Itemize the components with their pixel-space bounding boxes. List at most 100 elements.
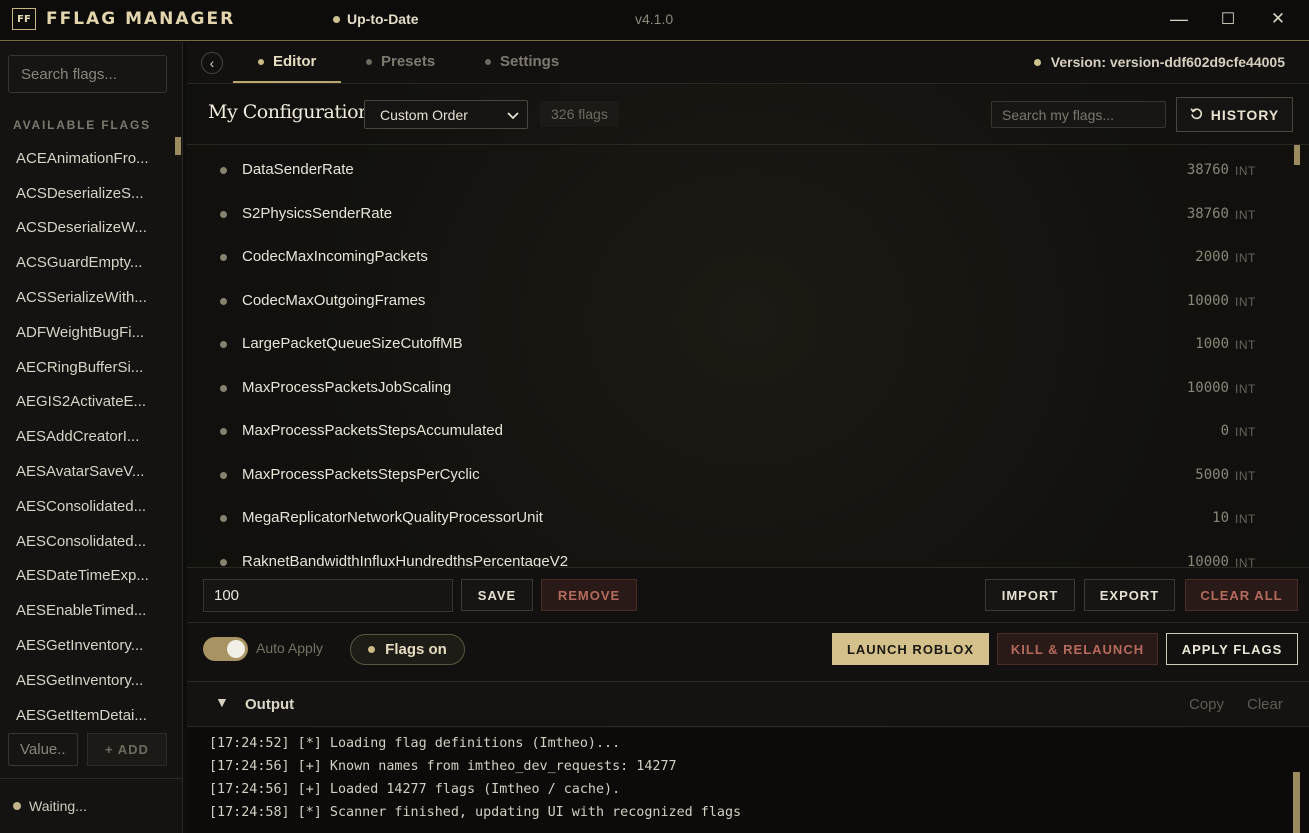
- available-flag-item[interactable]: AESAvatarSaveV...: [0, 454, 175, 489]
- save-button[interactable]: SAVE: [461, 579, 533, 611]
- output-header: ▼ Output Copy Clear: [187, 681, 1309, 727]
- available-flags-heading: AVAILABLE FLAGS: [13, 118, 151, 132]
- flag-name: MaxProcessPacketsStepsPerCyclic: [242, 465, 480, 483]
- tab-dot-icon: [258, 58, 264, 65]
- tab-label: Settings: [500, 53, 560, 70]
- flag-count-badge: 326 flags: [540, 101, 619, 127]
- bullet-icon: [220, 515, 227, 522]
- close-button[interactable]: ✕: [1263, 5, 1293, 33]
- table-row[interactable]: CodecMaxIncomingPackets 2000 INT: [187, 233, 1287, 277]
- table-row[interactable]: CodecMaxOutgoingFrames 10000 INT: [187, 277, 1287, 321]
- configured-flag-list: DataSenderRate 38760 INT S2PhysicsSender…: [187, 146, 1309, 567]
- bullet-icon: [220, 471, 227, 479]
- table-row[interactable]: RaknetBandwidthInfluxHundredthsPercentag…: [187, 538, 1287, 568]
- available-flag-item[interactable]: AESGetItemDetai...: [0, 698, 175, 733]
- kill-relaunch-button[interactable]: KILL & RELAUNCH: [997, 633, 1158, 665]
- flag-type: INT: [1235, 468, 1256, 483]
- apply-flags-button[interactable]: APPLY FLAGS: [1166, 633, 1298, 665]
- sidebar-scrollbar[interactable]: [175, 137, 181, 155]
- export-button[interactable]: EXPORT: [1084, 579, 1175, 611]
- flag-name: CodecMaxOutgoingFrames: [242, 291, 426, 309]
- tab-dot-icon: [485, 58, 491, 65]
- available-flag-item[interactable]: ACSGuardEmpty...: [0, 245, 175, 280]
- history-icon: [1190, 107, 1203, 123]
- launch-roblox-button[interactable]: LAUNCH ROBLOX: [832, 633, 989, 665]
- sort-order-select[interactable]: Custom Order: [364, 100, 528, 129]
- output-scrollbar[interactable]: [1293, 772, 1300, 833]
- tab-presets[interactable]: Presets: [366, 53, 435, 70]
- auto-apply-label: Auto Apply: [256, 640, 323, 656]
- available-flag-item[interactable]: AESGetInventory...: [0, 628, 175, 663]
- flags-on-button[interactable]: Flags on: [350, 634, 465, 665]
- collapse-triangle-icon[interactable]: ▼: [215, 694, 229, 710]
- history-button[interactable]: HISTORY: [1176, 97, 1293, 132]
- available-flag-item[interactable]: AESAddCreatorI...: [0, 419, 175, 454]
- minimize-button[interactable]: —: [1164, 5, 1194, 33]
- flag-type: INT: [1235, 555, 1256, 568]
- update-status-label: Up-to-Date: [347, 11, 419, 27]
- available-flag-item[interactable]: ACEAnimationFro...: [0, 141, 175, 176]
- flag-type: INT: [1235, 512, 1256, 526]
- available-flag-item[interactable]: AESEnableTimed...: [0, 593, 175, 628]
- tab-bar: ‹ Editor Presets Settings Version: versi…: [187, 42, 1309, 84]
- flag-type: INT: [1235, 164, 1256, 178]
- title-bar: FF FFLAG MANAGER Up-to-Date v4.1.0 — ☐ ✕: [0, 0, 1309, 41]
- available-flag-item[interactable]: ACSDeserializeS...: [0, 176, 175, 211]
- page-title: My Configuration: [208, 101, 370, 123]
- toggle-knob: [227, 640, 245, 658]
- import-button[interactable]: IMPORT: [985, 579, 1075, 611]
- available-flag-item[interactable]: ADFWeightBugFi...: [0, 315, 175, 350]
- flag-list-scrollbar[interactable]: [1294, 145, 1300, 165]
- available-flag-item[interactable]: AESGetInventory...: [0, 663, 175, 698]
- flag-name: MegaReplicatorNetworkQualityProcessorUni…: [242, 509, 543, 526]
- tab-settings[interactable]: Settings: [485, 53, 559, 70]
- flag-value: 10000: [1186, 379, 1229, 396]
- table-row[interactable]: DataSenderRate 38760 INT: [187, 146, 1287, 190]
- flag-edit-input[interactable]: 100: [203, 579, 453, 612]
- flag-value: 2000: [1195, 249, 1229, 265]
- bullet-icon: [220, 254, 227, 261]
- flag-value: 1000: [1195, 336, 1229, 352]
- history-label: HISTORY: [1210, 106, 1280, 123]
- available-flag-item[interactable]: AEGIS2ActivateE...: [0, 385, 175, 420]
- available-flag-item[interactable]: AESConsolidated...: [0, 524, 175, 559]
- roblox-version-label: Version: version-ddf602d9cfe44005: [1050, 54, 1285, 70]
- bullet-icon: [220, 210, 227, 218]
- available-flag-item[interactable]: AESConsolidated...: [0, 489, 175, 524]
- back-button[interactable]: ‹: [201, 52, 223, 74]
- edit-bar: 100 SAVE REMOVE IMPORT EXPORT CLEAR ALL: [187, 567, 1309, 623]
- flag-value-input[interactable]: Value..: [8, 733, 78, 766]
- sidebar: Search flags... AVAILABLE FLAGS ACEAnima…: [0, 42, 183, 833]
- maximize-button[interactable]: ☐: [1213, 5, 1243, 33]
- auto-apply-toggle[interactable]: [203, 637, 248, 661]
- table-row[interactable]: MaxProcessPacketsJobScaling 10000 INT: [187, 364, 1287, 408]
- roblox-version: Version: version-ddf602d9cfe44005: [1033, 54, 1285, 70]
- sidebar-search-input[interactable]: Search flags...: [8, 55, 167, 93]
- available-flag-item[interactable]: AECRingBufferSi...: [0, 350, 175, 385]
- flag-name: DataSenderRate: [242, 161, 354, 178]
- log-line: [17:24:56] [+] Known names from imtheo_d…: [209, 759, 677, 774]
- my-flags-search-input[interactable]: Search my flags...: [991, 101, 1166, 128]
- available-flag-item[interactable]: AESDateTimeExp...: [0, 559, 175, 594]
- tab-editor[interactable]: Editor: [258, 53, 316, 70]
- table-row[interactable]: MaxProcessPacketsStepsAccumulated 0 INT: [187, 407, 1287, 451]
- remove-button[interactable]: REMOVE: [541, 579, 637, 611]
- clear-all-button[interactable]: CLEAR ALL: [1185, 579, 1298, 611]
- available-flag-item[interactable]: ACSSerializeWith...: [0, 280, 175, 315]
- app-logo: FF: [12, 8, 36, 30]
- table-row[interactable]: MegaReplicatorNetworkQualityProcessorUni…: [187, 494, 1287, 538]
- flag-type: INT: [1235, 207, 1256, 222]
- table-row[interactable]: LargePacketQueueSizeCutoffMB 1000 INT: [187, 320, 1287, 364]
- app-name: FFLAG MANAGER: [46, 9, 236, 29]
- add-flag-button[interactable]: + ADD: [87, 733, 167, 766]
- status-dot-icon: [1033, 58, 1041, 66]
- available-flag-item[interactable]: ACSDeserializeW...: [0, 211, 175, 246]
- copy-output-button[interactable]: Copy: [1189, 696, 1224, 713]
- active-tab-indicator: [233, 81, 341, 83]
- table-row[interactable]: MaxProcessPacketsStepsPerCyclic 5000 INT: [187, 451, 1287, 495]
- tab-label: Presets: [381, 53, 436, 70]
- clear-output-button[interactable]: Clear: [1247, 696, 1283, 713]
- table-row[interactable]: S2PhysicsSenderRate 38760 INT: [187, 190, 1287, 234]
- sidebar-status: Waiting...: [0, 778, 182, 833]
- available-flag-list: ACEAnimationFro... ACSDeserializeS... AC…: [0, 141, 175, 733]
